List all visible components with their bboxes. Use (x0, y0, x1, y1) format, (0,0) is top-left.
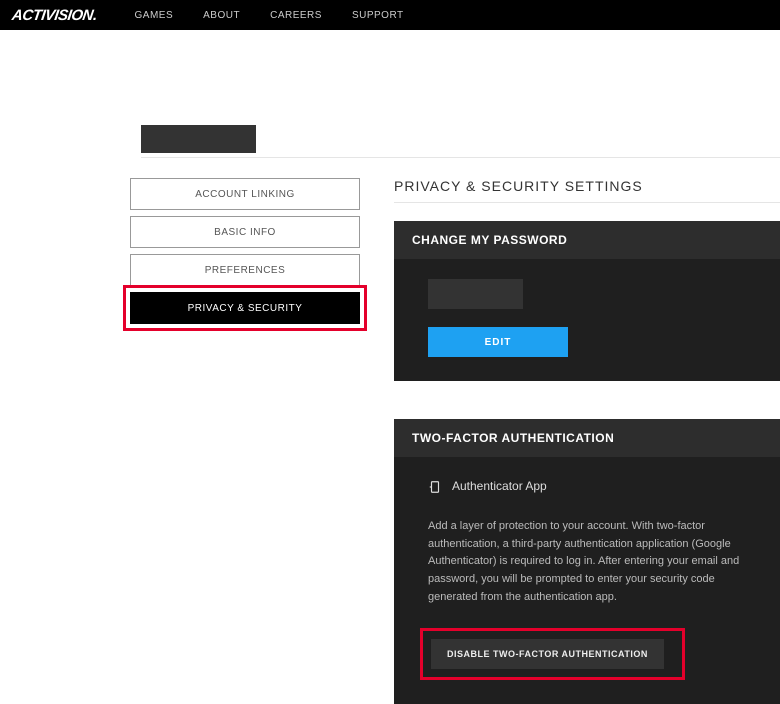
side-nav: ACCOUNT LINKING BASIC INFO PREFERENCES P… (130, 178, 360, 704)
primary-nav: GAMES ABOUT CAREERS SUPPORT (135, 10, 404, 21)
divider (141, 157, 780, 158)
nav-about[interactable]: ABOUT (203, 10, 240, 21)
sidenav-item-preferences[interactable]: PREFERENCES (130, 254, 360, 286)
profile-redacted (141, 125, 256, 153)
two-factor-header: TWO-FACTOR AUTHENTICATION (394, 419, 780, 457)
change-password-header: CHANGE MY PASSWORD (394, 221, 780, 259)
page-title: PRIVACY & SECURITY SETTINGS (394, 178, 780, 194)
password-masked-field (428, 279, 523, 309)
nav-careers[interactable]: CAREERS (270, 10, 322, 21)
logo-text: ACTIVISION (11, 7, 94, 24)
disable-two-factor-button[interactable]: DISABLE TWO-FACTOR AUTHENTICATION (431, 639, 664, 669)
highlight-disable-2fa: DISABLE TWO-FACTOR AUTHENTICATION (420, 628, 685, 680)
main-content: PRIVACY & SECURITY SETTINGS CHANGE MY PA… (394, 178, 780, 704)
authenticator-app-row: Authenticator App (428, 477, 746, 496)
authenticator-app-label: Authenticator App (452, 477, 547, 496)
title-divider (394, 202, 780, 203)
layout: ACCOUNT LINKING BASIC INFO PREFERENCES P… (0, 178, 780, 704)
edit-password-button[interactable]: EDIT (428, 327, 568, 357)
authenticator-phone-icon (428, 480, 442, 494)
logo: ACTIVISION. (11, 7, 98, 24)
sidenav-item-basic-info[interactable]: BASIC INFO (130, 216, 360, 248)
sidenav-item-privacy-security[interactable]: PRIVACY & SECURITY (130, 292, 360, 324)
two-factor-description: Add a layer of protection to your accoun… (428, 518, 746, 606)
nav-games[interactable]: GAMES (135, 10, 174, 21)
nav-support[interactable]: SUPPORT (352, 10, 404, 21)
page: ACCOUNT LINKING BASIC INFO PREFERENCES P… (0, 30, 780, 704)
change-password-card: CHANGE MY PASSWORD EDIT (394, 221, 780, 381)
sidenav-item-account-linking[interactable]: ACCOUNT LINKING (130, 178, 360, 210)
two-factor-card: TWO-FACTOR AUTHENTICATION Authenticator … (394, 419, 780, 704)
top-bar: ACTIVISION. GAMES ABOUT CAREERS SUPPORT (0, 0, 780, 30)
highlight-privacy-security: PRIVACY & SECURITY (123, 285, 367, 331)
